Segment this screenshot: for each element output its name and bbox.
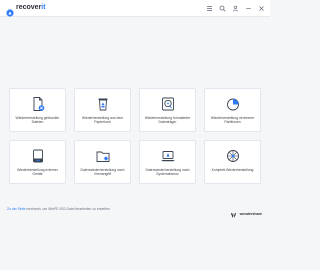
- deleted-file-icon: [30, 96, 46, 112]
- card-label: Wiederherstellung verlorener Partitionen: [210, 116, 255, 125]
- card-external-device[interactable]: Wiederherstellung externer Geräte: [9, 140, 66, 184]
- card-virus-attack[interactable]: Datenwiederherstellung nach Virenangriff: [74, 140, 131, 184]
- user-icon[interactable]: [230, 3, 240, 13]
- card-label: Komplett-Wiederherstellung: [211, 168, 254, 172]
- card-label: Datenwiederherstellung nach Virenangriff: [80, 168, 125, 177]
- card-recycle-bin[interactable]: Wiederherstellung aus dem Papierkorb: [74, 88, 131, 132]
- footer: Zu der Seite wechseln, um WinPE-ISO-Date…: [0, 200, 270, 220]
- app-title: recoverit: [16, 4, 46, 11]
- card-label: Wiederherstellung aus dem Papierkorb: [81, 116, 124, 125]
- card-lost-partition[interactable]: Wiederherstellung verlorener Partitionen: [204, 88, 261, 132]
- menu-icon[interactable]: [204, 3, 214, 13]
- laptop-icon: [160, 148, 176, 164]
- all-around-icon: [225, 148, 241, 164]
- winpe-link[interactable]: Zu der Seite: [7, 207, 25, 211]
- close-icon[interactable]: [256, 3, 266, 13]
- window-controls: [204, 3, 266, 13]
- hard-drive-icon: [160, 96, 176, 112]
- virus-folder-icon: [95, 148, 111, 164]
- card-label: Datenwiederherstellung nach Systemabstur…: [145, 168, 190, 177]
- wondershare-logo: wondershare: [230, 205, 262, 223]
- recoverit-logo-icon: [6, 4, 14, 17]
- card-label: Wiederherstellung formatierter Datenträg…: [144, 116, 191, 125]
- card-label: Wiederherstellung externer Geräte: [17, 168, 58, 177]
- title-bar: recoverit: [0, 0, 270, 17]
- partition-icon: [225, 96, 241, 112]
- card-formatted-drive[interactable]: Wiederherstellung formatierter Datenträg…: [139, 88, 196, 132]
- card-all-around[interactable]: Komplett-Wiederherstellung: [204, 140, 261, 184]
- card-system-crash[interactable]: Datenwiederherstellung nach Systemabstur…: [139, 140, 196, 184]
- recycle-bin-icon: [95, 96, 111, 112]
- card-label: Wiederherstellung gelöschter Dateien: [15, 116, 60, 125]
- wondershare-logo-icon: [230, 205, 238, 223]
- card-deleted-files[interactable]: Wiederherstellung gelöschter Dateien: [9, 88, 66, 132]
- search-icon[interactable]: [217, 3, 227, 13]
- external-device-icon: [30, 148, 46, 164]
- footer-text: Zu der Seite wechseln, um WinPE-ISO-Date…: [7, 207, 110, 211]
- minimize-icon[interactable]: [243, 3, 253, 13]
